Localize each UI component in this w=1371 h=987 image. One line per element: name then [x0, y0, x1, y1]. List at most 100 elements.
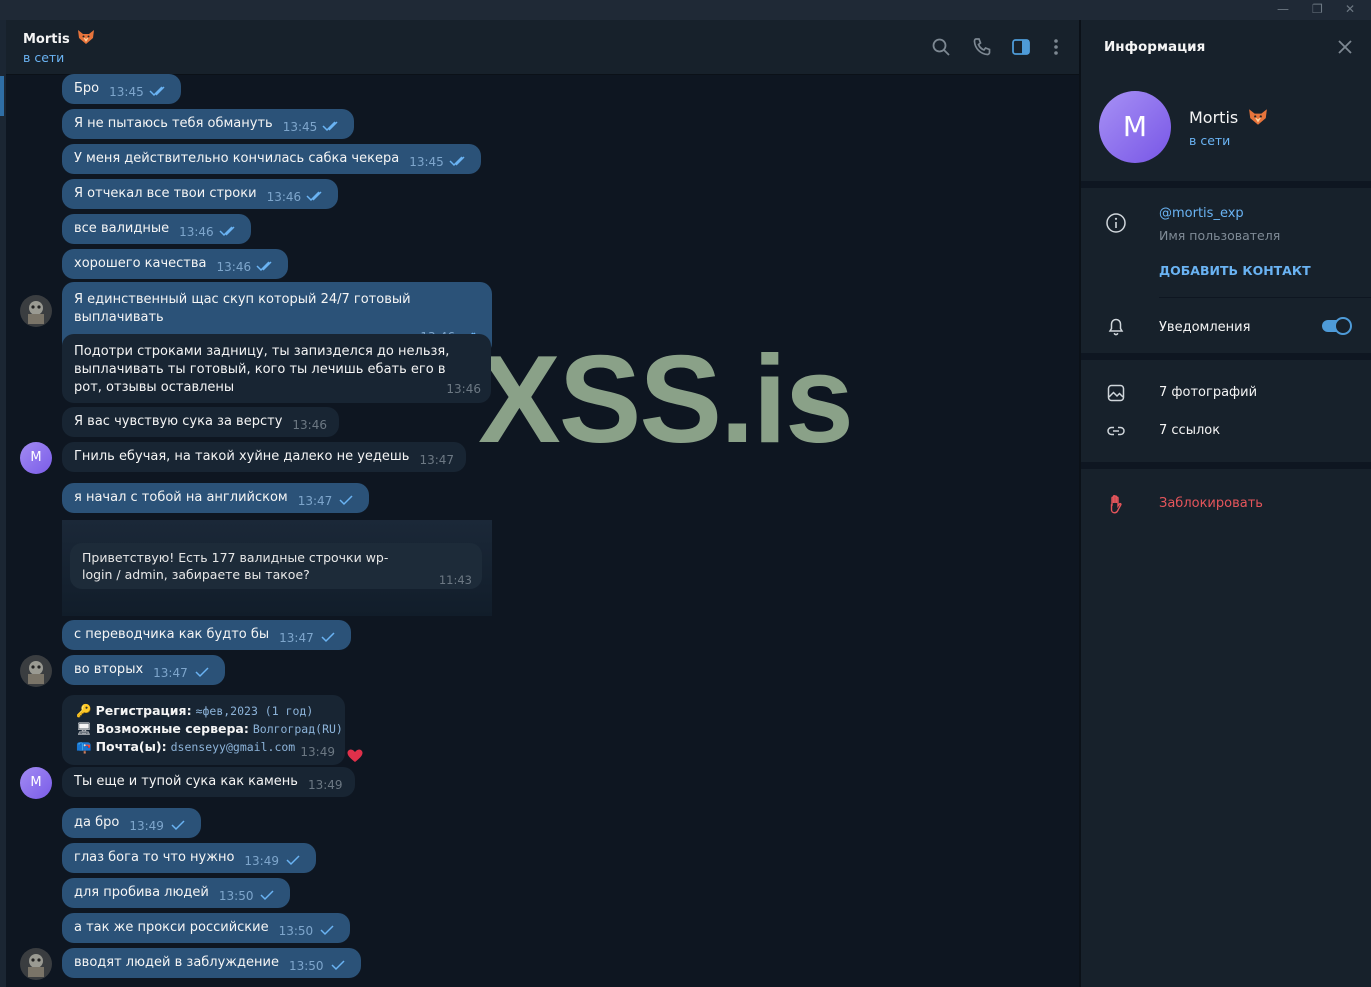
message-bubble[interactable]: глаз бога то что нужно 13:49 — [62, 843, 316, 873]
check-icon — [260, 890, 274, 901]
message-bubble[interactable]: Я вас чувствую сука за версту 13:46 — [62, 407, 339, 437]
message-time: 13:46 — [179, 225, 214, 239]
message-bubble[interactable]: Подотри строками задницу, ты запизделся … — [62, 334, 491, 403]
check-icon — [331, 960, 345, 971]
profile-avatar[interactable]: M — [1099, 91, 1171, 163]
close-icon[interactable] — [1337, 39, 1353, 55]
fox-emoji-icon — [78, 30, 95, 44]
window-titlebar: — ❐ ✕ — [0, 0, 1371, 20]
search-icon[interactable] — [930, 36, 952, 58]
profile-name-text: Mortis — [1189, 108, 1239, 127]
message-time: 13:49 — [307, 778, 343, 792]
check-icon — [195, 667, 209, 678]
servers-value: Волгоград(RU) — [252, 722, 343, 736]
registration-label: Регистрация: — [95, 703, 192, 718]
message-text: во вторых — [74, 662, 144, 677]
active-chat-indicator — [0, 76, 4, 116]
registration-line: 🔑 Регистрация: ≈фев,2023 (1 год) — [76, 703, 313, 719]
message-time: 13:49 — [129, 819, 164, 833]
sidebar-toggle-icon[interactable] — [1010, 36, 1032, 58]
double-check-icon — [149, 86, 165, 97]
check-icon — [321, 632, 335, 643]
check-icon — [339, 495, 353, 506]
message-bubble[interactable]: а так же прокси российские 13:50 — [62, 913, 351, 943]
message-time: 13:50 — [278, 924, 314, 938]
links-item[interactable]: 7 ссылок — [1159, 423, 1220, 438]
mail-value[interactable]: dsenseyy@gmail.com — [171, 740, 296, 754]
check-icon — [286, 855, 300, 866]
message-bubble[interactable]: для пробива людей 13:50 — [62, 878, 291, 908]
message-time: 13:46 — [216, 260, 252, 274]
watermark: XSS.is — [478, 331, 854, 469]
message-time: 13:50 — [288, 959, 324, 973]
message-text: а так же прокси российские — [74, 920, 269, 935]
peer-status: в сети — [23, 50, 65, 65]
message-bubble[interactable]: хорошего качества 13:46 — [62, 249, 289, 279]
message-bubble[interactable]: Ты еще и тупой сука как камень 13:49 — [62, 767, 355, 797]
message-text: все валидные — [74, 221, 170, 236]
message-time: 13:46 — [266, 190, 302, 204]
bell-icon — [1108, 318, 1124, 336]
message-time: 13:45 — [109, 85, 144, 99]
message-bubble[interactable]: Я отчекал все твои строки 13:46 — [62, 179, 339, 209]
peer-name[interactable]: Mortis — [23, 29, 95, 47]
chat-header[interactable]: Mortis в сети — [6, 20, 1079, 75]
message-time: 13:47 — [153, 666, 188, 680]
peer-name-text: Mortis — [23, 32, 70, 47]
message-bubble[interactable]: У меня действительно кончилась сабка чек… — [62, 144, 481, 174]
sender-avatar[interactable]: M — [20, 767, 52, 799]
message-bubble[interactable]: да бро 13:49 — [62, 808, 201, 838]
mail-line: 📪 Почта(ы): dsenseyy@gmail.com — [76, 739, 295, 755]
message-text: да бро — [74, 815, 120, 830]
message-time: 13:45 — [409, 155, 444, 169]
user-avatar[interactable] — [20, 948, 52, 980]
section-divider — [1081, 462, 1371, 469]
sender-avatar[interactable]: M — [20, 442, 52, 474]
mail-label: Почта(ы): — [95, 739, 167, 754]
check-icon — [171, 820, 185, 831]
block-user-button[interactable]: Заблокировать — [1159, 496, 1263, 511]
message-time: 13:50 — [218, 889, 254, 903]
restore-button[interactable]: ❐ — [1312, 2, 1323, 16]
user-avatar[interactable] — [20, 295, 52, 327]
message-bubble[interactable]: я начал с тобой на английском 13:47 — [62, 483, 370, 513]
username-label: Имя пользователя — [1159, 228, 1281, 243]
message-bubble[interactable]: все валидные 13:46 — [62, 214, 251, 244]
forwarded-screenshot[interactable]: Приветствую! Есть 177 валидные строчки w… — [62, 520, 492, 616]
profile-name: Mortis — [1189, 107, 1268, 127]
message-bubble[interactable]: Гниль ебучая, на такой хуйне далеко не у… — [62, 442, 467, 472]
message-bubble[interactable]: во вторых 13:47 — [62, 655, 225, 685]
heart-reaction-icon[interactable] — [346, 748, 364, 764]
username-link[interactable]: @mortis_exp — [1159, 206, 1244, 221]
message-text: Я не пытаюсь тебя обмануть — [74, 116, 273, 131]
close-window-button[interactable]: ✕ — [1345, 2, 1355, 16]
minimize-button[interactable]: — — [1277, 2, 1289, 16]
more-vert-icon[interactable] — [1045, 36, 1067, 58]
message-bubble[interactable]: вводят людей в заблуждение 13:50 — [62, 948, 361, 978]
quoted-message: Приветствую! Есть 177 валидные строчки w… — [70, 543, 482, 589]
registration-info-bubble[interactable]: 🔑 Регистрация: ≈фев,2023 (1 год) 🖥 Возмо… — [62, 695, 345, 765]
message-text: Бро — [74, 81, 100, 96]
double-check-icon — [219, 226, 235, 237]
chat-panel: Mortis в сети XSS.is Бро 13:45 Я не пытаю… — [6, 20, 1079, 987]
section-divider — [1081, 353, 1371, 360]
message-bubble[interactable]: Бро 13:45 — [62, 74, 181, 104]
message-bubble[interactable]: Я не пытаюсь тебя обмануть 13:45 — [62, 109, 355, 139]
registration-value: ≈фев,2023 (1 год) — [195, 704, 314, 718]
add-contact-button[interactable]: ДОБАВИТЬ КОНТАКТ — [1159, 263, 1311, 278]
thin-divider — [1159, 297, 1371, 298]
message-time: 13:49 — [300, 745, 335, 759]
notifications-toggle[interactable] — [1322, 317, 1352, 335]
robot-avatar-icon — [20, 655, 52, 687]
message-text: У меня действительно кончилась сабка чек… — [74, 151, 400, 166]
photos-item[interactable]: 7 фотографий — [1159, 385, 1257, 400]
message-text: Я отчекал все твои строки — [74, 186, 257, 201]
phone-icon[interactable] — [971, 36, 993, 58]
user-avatar[interactable] — [20, 655, 52, 687]
message-time: 13:46 — [446, 382, 481, 396]
message-bubble[interactable]: с переводчика как будто бы 13:47 — [62, 620, 351, 650]
message-text: для пробива людей — [74, 885, 209, 900]
message-text: Подотри строками задницу, ты запизделся … — [74, 344, 450, 395]
message-text: с переводчика как будто бы — [74, 627, 270, 642]
message-text: Гниль ебучая, на такой хуйне далеко не у… — [74, 449, 410, 464]
